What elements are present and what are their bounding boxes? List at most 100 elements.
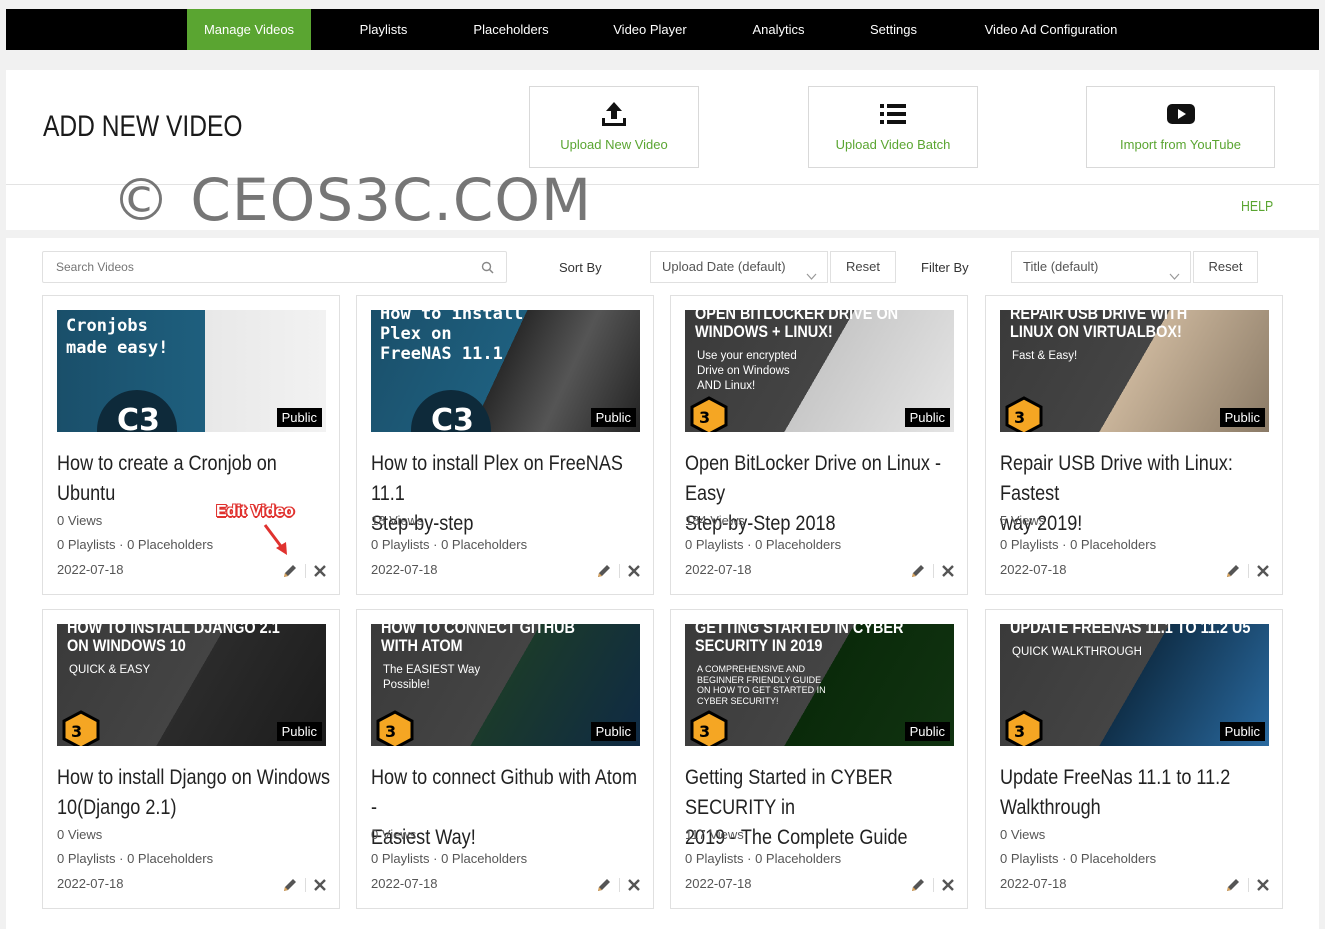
upload-date: 2022-07-18	[57, 562, 124, 577]
search-icon[interactable]	[481, 261, 494, 279]
video-title[interactable]: Update FreeNas 11.1 to 11.2 Walkthrough	[1000, 763, 1275, 823]
action-separator	[305, 564, 306, 578]
edit-icon[interactable]	[282, 563, 298, 584]
video-card[interactable]: HOW TO CONNECT GITHUB WITH ATOM The EASIES…	[356, 609, 654, 909]
tab-placeholders[interactable]: Placeholders	[456, 9, 566, 50]
video-card[interactable]: GETTING STARTED IN CYBER SECURITY IN 2019…	[670, 609, 968, 909]
playlist-placeholder-count: 0 Playlists · 0 Placeholders	[371, 851, 528, 866]
tab-playlists[interactable]: Playlists	[336, 9, 431, 50]
youtube-icon	[1087, 99, 1274, 129]
delete-icon[interactable]	[942, 878, 954, 896]
video-title[interactable]: How to install Django on Windows 10(Djan…	[57, 763, 332, 823]
video-title-line: How to create a Cronjob on Ubuntu	[57, 452, 277, 505]
upload-date: 2022-07-18	[57, 876, 124, 891]
status-badge: Public	[904, 408, 950, 427]
status-badge: Public	[1219, 408, 1265, 427]
video-thumbnail[interactable]: HOW TO CONNECT GITHUB WITH ATOM The EASIES…	[371, 624, 640, 746]
upload-new-video-button[interactable]: Upload New Video	[529, 86, 699, 168]
thumbnail-text: WITH ATOM	[381, 636, 463, 655]
edit-icon[interactable]	[910, 877, 926, 898]
thumbnail-subtext: Use your encrypted	[697, 350, 797, 362]
help-link[interactable]: HELP	[1241, 198, 1273, 215]
video-title-line: Update FreeNas 11.1 to 11.2	[1000, 766, 1231, 789]
thumbnail-text: UPDATE FREENAS 11.1 TO 11.2 U5	[1010, 624, 1251, 637]
edit-icon[interactable]	[1225, 563, 1241, 584]
video-thumbnail[interactable]: OPEN BITLOCKER DRIVE ON WINDOWS + LINUX! U…	[685, 310, 954, 432]
delete-icon[interactable]	[314, 878, 326, 896]
chevron-down-icon	[1169, 262, 1180, 292]
edit-icon[interactable]	[1225, 877, 1241, 898]
edit-icon[interactable]	[910, 563, 926, 584]
upload-video-batch-button[interactable]: Upload Video Batch	[808, 86, 978, 168]
svg-text:3: 3	[1014, 722, 1025, 741]
thumbnail-text: Cronjobs	[66, 316, 148, 336]
tab-manage-videos[interactable]: Manage Videos	[187, 9, 311, 50]
thumbnail-subtext: AND Linux!	[697, 380, 756, 392]
video-card[interactable]: UPDATE FREENAS 11.1 TO 11.2 U5 QUICK WALK…	[985, 609, 1283, 909]
view-count: 184 Views	[685, 513, 745, 528]
view-count: 5 Views	[1000, 513, 1046, 528]
edit-icon[interactable]	[282, 877, 298, 898]
edit-icon[interactable]	[596, 877, 612, 898]
sort-select[interactable]: Upload Date (default)	[650, 251, 828, 283]
ceos3c-logo-icon: 3	[690, 710, 728, 746]
delete-icon[interactable]	[628, 564, 640, 582]
header-panel: ADD NEW VIDEO Upload New Video Upload Vi…	[6, 70, 1319, 234]
thumbnail-subtext: CYBER SECURITY!	[697, 695, 779, 706]
delete-icon[interactable]	[1257, 564, 1269, 582]
tab-video-player[interactable]: Video Player	[596, 9, 704, 50]
delete-icon[interactable]	[1257, 878, 1269, 896]
view-count: 0 Views	[1000, 827, 1046, 842]
ceos3c-logo-icon: 3	[62, 710, 100, 746]
action-separator	[619, 564, 620, 578]
playlist-placeholder-count: 0 Playlists · 0 Placeholders	[371, 537, 528, 552]
delete-icon[interactable]	[942, 564, 954, 582]
video-thumbnail[interactable]: GETTING STARTED IN CYBER SECURITY IN 2019…	[685, 624, 954, 746]
import-from-youtube-label: Import from YouTube	[1120, 137, 1241, 152]
video-title[interactable]: How to create a Cronjob on Ubuntu	[57, 449, 332, 509]
edit-video-annotation: Edit Video	[216, 503, 294, 520]
video-title-line: Open BitLocker Drive on Linux - Easy	[685, 452, 941, 505]
video-title-line: Repair USB Drive with Linux: Fastest	[1000, 452, 1233, 505]
video-card[interactable]: How to install Plex on FreeNAS 11.1 C3 Publ…	[356, 295, 654, 595]
tab-settings[interactable]: Settings	[856, 9, 931, 50]
page-title: ADD NEW VIDEO	[43, 110, 243, 143]
video-thumbnail[interactable]: Cronjobs made easy! C3 Public	[57, 310, 326, 432]
search-input[interactable]	[43, 252, 463, 282]
filter-reset-button[interactable]: Reset	[1193, 251, 1258, 283]
thumbnail-subtext: QUICK WALKTHROUGH	[1012, 646, 1142, 658]
sort-by-label: Sort By	[559, 260, 602, 275]
action-separator	[1248, 564, 1249, 578]
tab-analytics[interactable]: Analytics	[736, 9, 821, 50]
video-thumbnail[interactable]: UPDATE FREENAS 11.1 TO 11.2 U5 QUICK WALK…	[1000, 624, 1269, 746]
video-thumbnail[interactable]: REPAIR USB DRIVE WITH LINUX ON VIRTUALBOX…	[1000, 310, 1269, 432]
import-from-youtube-button[interactable]: Import from YouTube	[1086, 86, 1275, 168]
video-thumbnail[interactable]: How to install Plex on FreeNAS 11.1 C3 Publ…	[371, 310, 640, 432]
delete-icon[interactable]	[314, 564, 326, 582]
video-card[interactable]: Cronjobs made easy! C3 Public How to creat…	[42, 295, 340, 595]
thumbnail-subtext: BEGINNER FRIENDLY GUIDE	[697, 674, 822, 685]
view-count: 0 Views	[371, 827, 417, 842]
edit-icon[interactable]	[596, 563, 612, 584]
thumbnail-text: How to install	[380, 310, 524, 324]
sort-reset-button[interactable]: Reset	[830, 251, 896, 283]
thumbnail-text: SECURITY IN 2019	[695, 636, 823, 655]
action-separator	[933, 564, 934, 578]
tab-video-ad-configuration[interactable]: Video Ad Configuration	[971, 9, 1131, 50]
video-title-line: Walkthrough	[1000, 796, 1101, 819]
video-card[interactable]: OPEN BITLOCKER DRIVE ON WINDOWS + LINUX! U…	[670, 295, 968, 595]
video-card[interactable]: HOW TO INSTALL DJANGO 2.1 ON WINDOWS 10 QU…	[42, 609, 340, 909]
upload-date: 2022-07-18	[685, 876, 752, 891]
playlist-placeholder-count: 0 Playlists · 0 Placeholders	[1000, 851, 1157, 866]
thumbnail-subtext: A COMPREHENSIVE AND	[697, 664, 806, 674]
filter-select[interactable]: Title (default)	[1011, 251, 1191, 283]
video-title-line: Getting Started in CYBER SECURITY in	[685, 766, 893, 819]
video-thumbnail[interactable]: HOW TO INSTALL DJANGO 2.1 ON WINDOWS 10 QU…	[57, 624, 326, 746]
delete-icon[interactable]	[628, 878, 640, 896]
thumbnail-subtext: The EASIEST Way	[383, 664, 481, 676]
playlist-placeholder-count: 0 Playlists · 0 Placeholders	[57, 537, 214, 552]
thumbnail-subtext: Drive on Windows	[697, 365, 790, 377]
thumbnail-text: Plex on	[380, 324, 452, 344]
svg-text:3: 3	[385, 722, 396, 741]
video-card[interactable]: REPAIR USB DRIVE WITH LINUX ON VIRTUALBOX…	[985, 295, 1283, 595]
